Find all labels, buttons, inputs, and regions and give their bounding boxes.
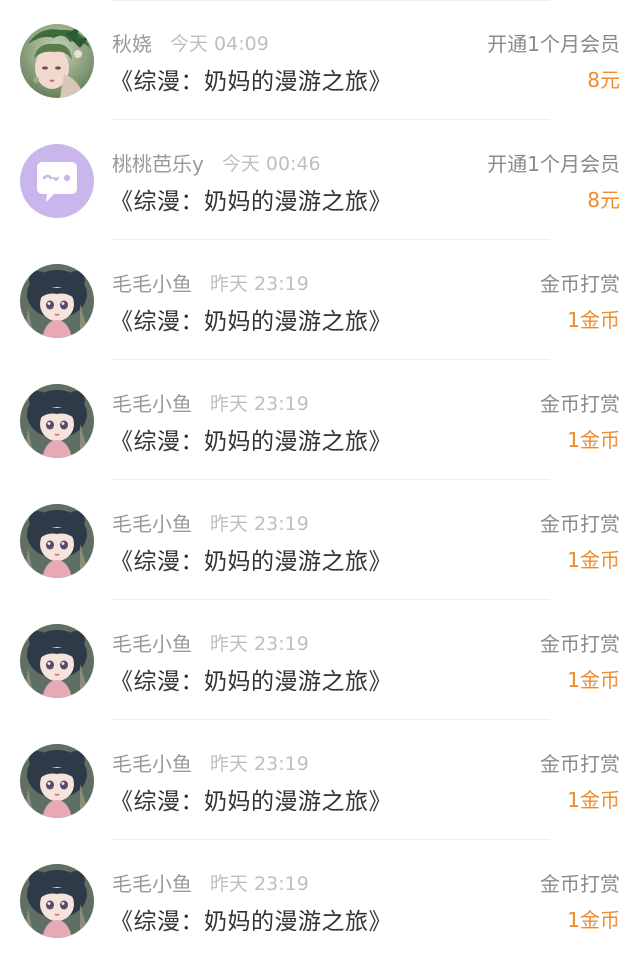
transaction-amount: 8元 (587, 68, 620, 92)
timestamp: 昨天 23:19 (210, 512, 309, 535)
timestamp: 昨天 23:19 (210, 872, 309, 895)
book-title[interactable]: 《综漫：奶妈的漫游之旅》 (110, 902, 392, 936)
list-item[interactable]: 毛毛小鱼 昨天 23:19 《综漫：奶妈的漫游之旅》 金币打赏 1金币 (0, 720, 640, 840)
timestamp: 昨天 23:19 (210, 752, 309, 775)
anime-girl-dark-hair-avatar-icon (20, 744, 94, 818)
transaction-type: 金币打赏 (540, 752, 620, 776)
list-item[interactable]: 秋娆 今天 04:09 《综漫：奶妈的漫游之旅》 开通1个月会员 8元 (0, 0, 640, 120)
user-avatar[interactable] (20, 504, 94, 578)
chat-bubble-face-avatar-icon (20, 144, 94, 218)
list-item[interactable]: 桃桃芭乐y 今天 00:46 《综漫：奶妈的漫游之旅》 开通1个月会员 8元 (0, 120, 640, 240)
book-title[interactable]: 《综漫：奶妈的漫游之旅》 (110, 302, 392, 336)
item-meta: 毛毛小鱼 昨天 23:19 (112, 628, 309, 656)
anime-girl-dark-hair-avatar-icon (20, 864, 94, 938)
book-title[interactable]: 《综漫：奶妈的漫游之旅》 (110, 182, 392, 216)
username[interactable]: 桃桃芭乐y (112, 148, 204, 177)
transaction-type: 金币打赏 (540, 512, 620, 536)
book-title[interactable]: 《综漫：奶妈的漫游之旅》 (110, 542, 392, 576)
book-title[interactable]: 《综漫：奶妈的漫游之旅》 (110, 62, 392, 96)
username[interactable]: 毛毛小鱼 (112, 748, 192, 777)
anime-girl-dark-hair-avatar-icon (20, 504, 94, 578)
transaction-amount: 1金币 (567, 668, 620, 692)
anime-girl-green-hair-avatar-icon (20, 24, 94, 98)
timestamp: 昨天 23:19 (210, 272, 309, 295)
username[interactable]: 毛毛小鱼 (112, 508, 192, 537)
transaction-type: 金币打赏 (540, 872, 620, 896)
transaction-list: 秋娆 今天 04:09 《综漫：奶妈的漫游之旅》 开通1个月会员 8元 桃桃芭乐… (0, 0, 640, 960)
timestamp: 今天 04:09 (170, 32, 269, 55)
item-meta: 毛毛小鱼 昨天 23:19 (112, 388, 309, 416)
username[interactable]: 毛毛小鱼 (112, 268, 192, 297)
transaction-amount: 1金币 (567, 548, 620, 572)
book-title[interactable]: 《综漫：奶妈的漫游之旅》 (110, 422, 392, 456)
list-item[interactable]: 毛毛小鱼 昨天 23:19 《综漫：奶妈的漫游之旅》 金币打赏 1金币 (0, 480, 640, 600)
item-meta: 秋娆 今天 04:09 (112, 28, 269, 56)
transaction-amount: 1金币 (567, 428, 620, 452)
user-avatar[interactable] (20, 864, 94, 938)
list-item[interactable]: 毛毛小鱼 昨天 23:19 《综漫：奶妈的漫游之旅》 金币打赏 1金币 (0, 360, 640, 480)
transaction-amount: 1金币 (567, 908, 620, 932)
anime-girl-dark-hair-avatar-icon (20, 384, 94, 458)
user-avatar[interactable] (20, 144, 94, 218)
book-title[interactable]: 《综漫：奶妈的漫游之旅》 (110, 662, 392, 696)
user-avatar[interactable] (20, 624, 94, 698)
username[interactable]: 毛毛小鱼 (112, 628, 192, 657)
timestamp: 昨天 23:19 (210, 392, 309, 415)
user-avatar[interactable] (20, 384, 94, 458)
book-title[interactable]: 《综漫：奶妈的漫游之旅》 (110, 782, 392, 816)
item-meta: 桃桃芭乐y 今天 00:46 (112, 148, 321, 176)
item-meta: 毛毛小鱼 昨天 23:19 (112, 868, 309, 896)
username[interactable]: 毛毛小鱼 (112, 388, 192, 417)
anime-girl-dark-hair-avatar-icon (20, 264, 94, 338)
transaction-amount: 8元 (587, 188, 620, 212)
transaction-type: 金币打赏 (540, 272, 620, 296)
transaction-amount: 1金币 (567, 308, 620, 332)
user-avatar[interactable] (20, 24, 94, 98)
list-item[interactable]: 毛毛小鱼 昨天 23:19 《综漫：奶妈的漫游之旅》 金币打赏 1金币 (0, 840, 640, 960)
username[interactable]: 毛毛小鱼 (112, 868, 192, 897)
transaction-type: 开通1个月会员 (487, 152, 620, 176)
transaction-type: 金币打赏 (540, 632, 620, 656)
item-meta: 毛毛小鱼 昨天 23:19 (112, 748, 309, 776)
timestamp: 今天 00:46 (221, 152, 321, 175)
transaction-type: 开通1个月会员 (487, 32, 620, 56)
item-meta: 毛毛小鱼 昨天 23:19 (112, 508, 309, 536)
user-avatar[interactable] (20, 264, 94, 338)
transaction-amount: 1金币 (567, 788, 620, 812)
item-meta: 毛毛小鱼 昨天 23:19 (112, 268, 309, 296)
user-avatar[interactable] (20, 744, 94, 818)
timestamp: 昨天 23:19 (210, 632, 309, 655)
list-item[interactable]: 毛毛小鱼 昨天 23:19 《综漫：奶妈的漫游之旅》 金币打赏 1金币 (0, 240, 640, 360)
list-item[interactable]: 毛毛小鱼 昨天 23:19 《综漫：奶妈的漫游之旅》 金币打赏 1金币 (0, 600, 640, 720)
anime-girl-dark-hair-avatar-icon (20, 624, 94, 698)
transaction-type: 金币打赏 (540, 392, 620, 416)
username[interactable]: 秋娆 (112, 28, 152, 57)
